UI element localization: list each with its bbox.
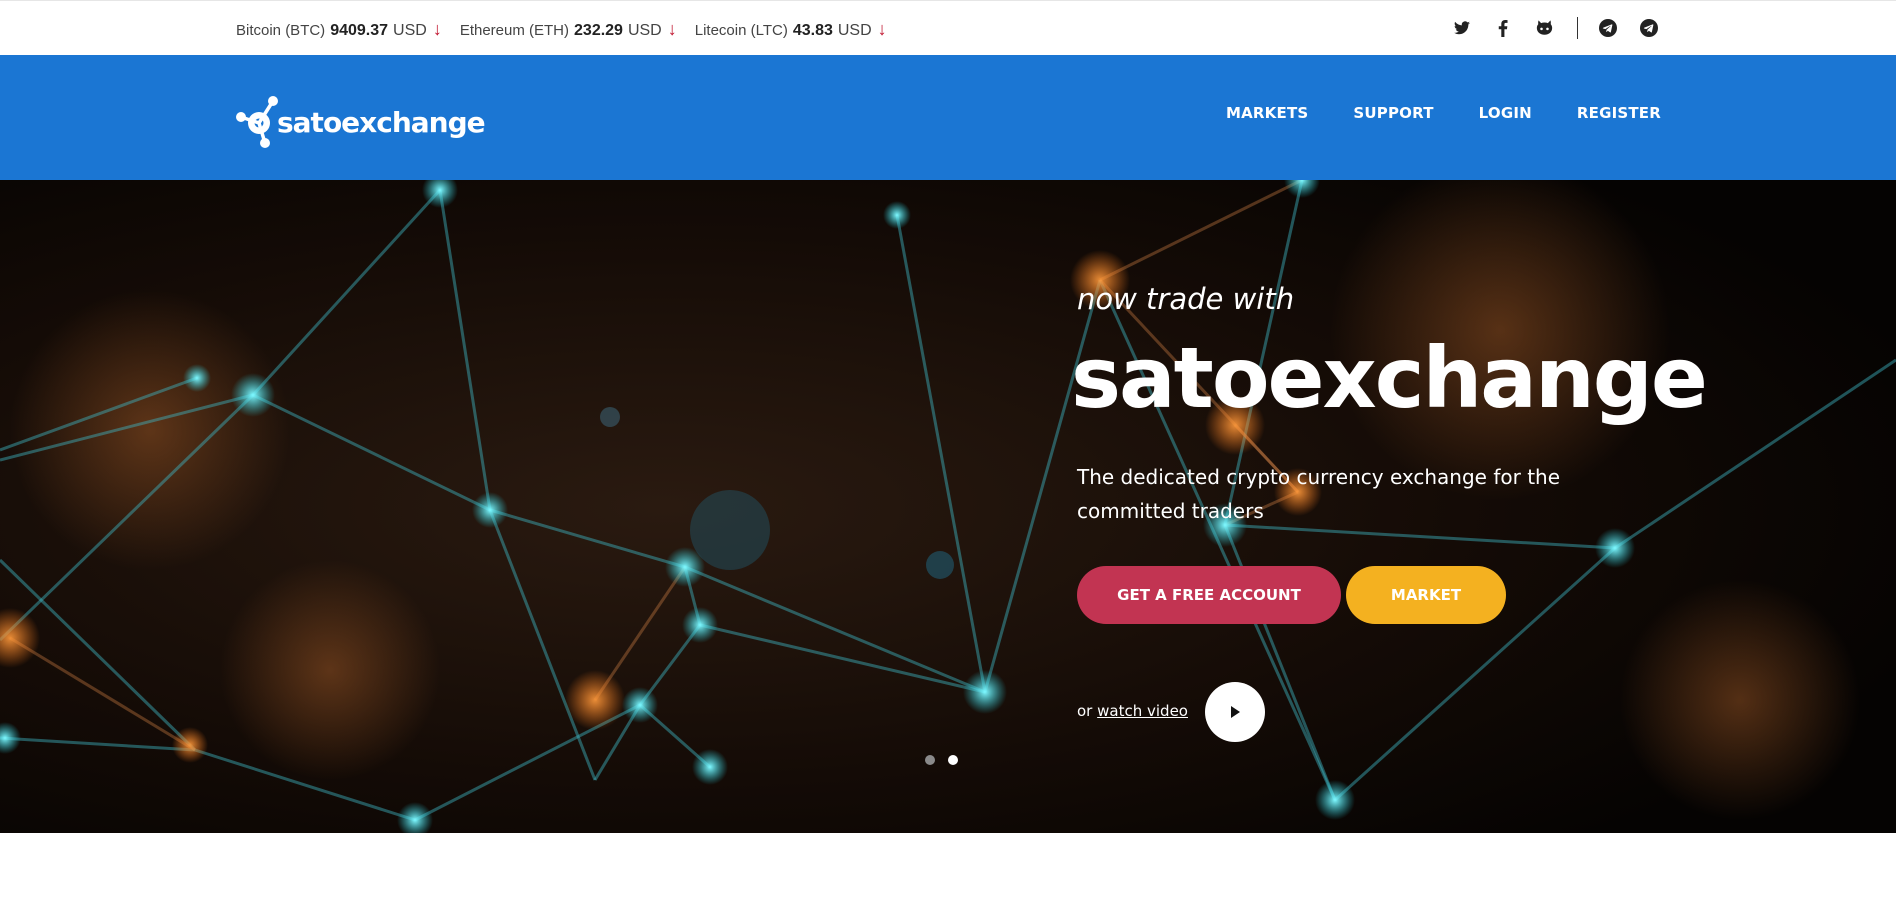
hero-title: satoexchange <box>1071 329 1708 427</box>
site-header: satoexchange MARKETS SUPPORT LOGIN REGIS… <box>0 55 1896 180</box>
logo-mark-icon <box>236 96 278 148</box>
ticker-coin-name: Litecoin (LTC) <box>694 22 788 39</box>
ticker-coin-unit: USD <box>393 22 427 39</box>
hero-kicker: now trade with <box>1077 282 1295 316</box>
ticker-coin-name: Bitcoin (BTC) <box>236 22 326 39</box>
ticker-coin-price: 43.83 <box>792 22 833 39</box>
ticker-item-eth: Ethereum (ETH) 232.29 USD ↓ <box>460 19 677 40</box>
ticker-coin-unit: USD <box>627 22 662 39</box>
price-ticker: Bitcoin (BTC) 9409.37 USD ↓ Ethereum (ET… <box>236 19 905 40</box>
slider-dot[interactable] <box>925 755 935 765</box>
price-down-arrow-icon: ↓ <box>432 19 442 39</box>
slider-pagination <box>925 755 971 765</box>
play-video-button[interactable] <box>1205 682 1265 742</box>
social-links <box>1432 17 1660 39</box>
divider <box>1577 17 1578 39</box>
site-logo[interactable]: satoexchange <box>235 95 486 149</box>
play-icon <box>1231 706 1240 718</box>
watch-prefix: or <box>1077 702 1093 720</box>
telegram-icon[interactable] <box>1597 17 1619 39</box>
price-down-arrow-icon: ↓ <box>877 19 887 39</box>
nav-login[interactable]: LOGIN <box>1479 104 1532 122</box>
main-nav: MARKETS SUPPORT LOGIN REGISTER <box>1181 55 1661 170</box>
watch-video-line: or watch video <box>1077 702 1188 720</box>
facebook-icon[interactable] <box>1492 17 1514 39</box>
hero-subtitle: The dedicated crypto currency exchange f… <box>1077 465 1561 523</box>
watch-video-link[interactable]: watch video <box>1097 702 1188 720</box>
price-ticker-bar: Bitcoin (BTC) 9409.37 USD ↓ Ethereum (ET… <box>0 0 1896 55</box>
nav-markets[interactable]: MARKETS <box>1226 104 1308 122</box>
market-button[interactable]: MARKET <box>1346 566 1506 624</box>
nav-support[interactable]: SUPPORT <box>1353 104 1433 122</box>
ticker-coin-unit: USD <box>837 22 872 39</box>
get-free-account-button[interactable]: GET A FREE ACCOUNT <box>1077 566 1341 624</box>
twitter-icon[interactable] <box>1451 17 1473 39</box>
ticker-coin-price: 9409.37 <box>330 22 389 39</box>
ticker-coin-price: 232.29 <box>574 22 623 39</box>
ticker-item-btc: Bitcoin (BTC) 9409.37 USD ↓ <box>236 19 442 40</box>
nav-register[interactable]: REGISTER <box>1577 104 1661 122</box>
hero-slider: now trade with satoexchange The dedicate… <box>0 180 1896 833</box>
github-icon[interactable] <box>1533 17 1555 39</box>
ticker-item-ltc: Litecoin (LTC) 43.83 USD ↓ <box>695 19 887 40</box>
telegram-icon[interactable] <box>1638 17 1660 39</box>
logo-text: satoexchange <box>277 105 486 139</box>
price-down-arrow-icon: ↓ <box>667 19 677 39</box>
slider-dot[interactable] <box>948 755 958 765</box>
ticker-coin-name: Ethereum (ETH) <box>459 22 570 39</box>
